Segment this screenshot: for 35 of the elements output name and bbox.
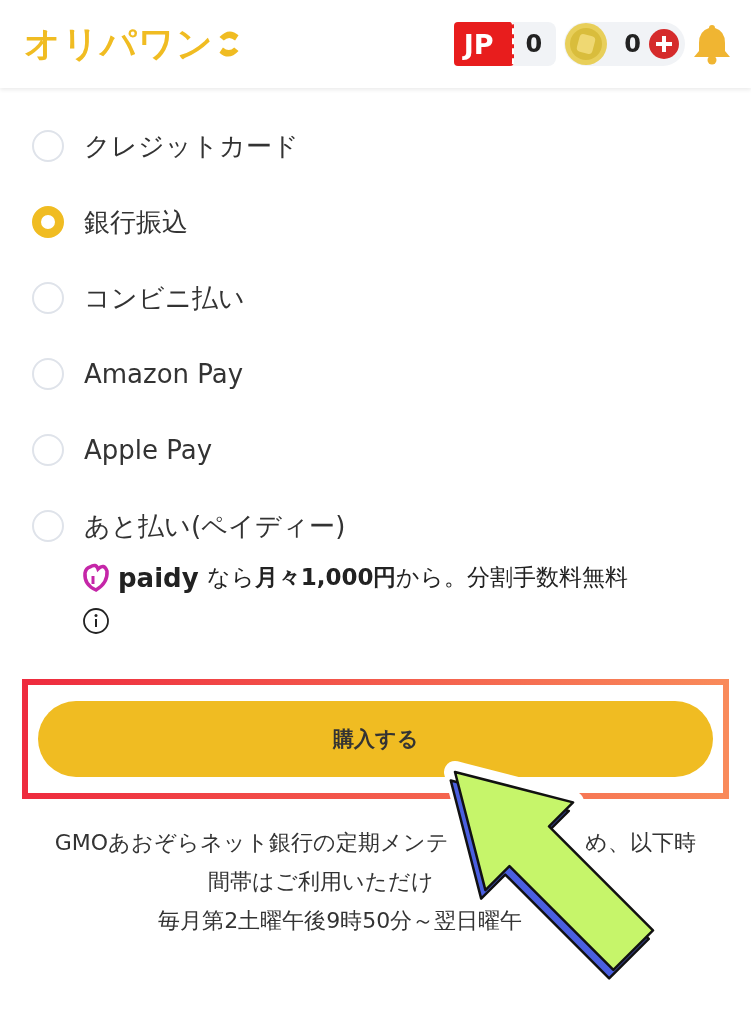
coin-icon (564, 22, 609, 66)
notice-text: 間帯はご利用いただけ (207, 868, 434, 896)
payment-option[interactable]: Amazon Pay (32, 336, 751, 412)
notification-bell-icon[interactable] (693, 23, 731, 65)
radio-button[interactable] (32, 510, 64, 542)
notice-text: め、以下時 (585, 829, 697, 857)
add-icon[interactable] (649, 29, 679, 59)
radio-button[interactable] (32, 282, 64, 314)
radio-button[interactable] (32, 434, 64, 466)
payment-option[interactable]: あと払い(ペイディー) (32, 488, 751, 564)
notice-text: 毎月第2土曜午後9時50分～翌日曜午 (158, 907, 523, 935)
radio-button[interactable] (32, 358, 64, 390)
payment-option[interactable]: Apple Pay (32, 412, 751, 488)
payment-option[interactable]: コンビニ払い (32, 260, 751, 336)
info-icon[interactable] (82, 607, 110, 635)
payment-option[interactable]: クレジットカード (32, 108, 751, 184)
ticket-count: 0 (525, 30, 543, 58)
coin-counter[interactable]: 0 (564, 22, 685, 66)
payment-option-label: コンビニ払い (84, 281, 245, 315)
paidy-logo-icon (82, 562, 110, 593)
ticket-badge: JP (453, 22, 514, 66)
paidy-brand: paidy (118, 562, 199, 593)
payment-option-label: Amazon Pay (84, 359, 244, 389)
payment-option-label: 銀行振込 (84, 205, 188, 239)
payment-option-label: あと払い(ペイディー) (84, 509, 346, 543)
payment-option-label: Apple Pay (84, 435, 213, 465)
purchase-button[interactable]: 購入する (38, 701, 713, 777)
payment-option[interactable]: 銀行振込 (32, 184, 751, 260)
ticket-counter[interactable]: JP 0 (453, 22, 557, 66)
paidy-note: なら月々1,000円から。分割手数料無料 (206, 563, 629, 592)
radio-button[interactable] (32, 130, 64, 162)
radio-button[interactable] (32, 206, 64, 238)
coin-count: 0 (624, 30, 641, 58)
payment-option-label: クレジットカード (84, 129, 299, 163)
notice-text: GMOあおぞらネット銀行の定期メンテ (54, 829, 449, 857)
